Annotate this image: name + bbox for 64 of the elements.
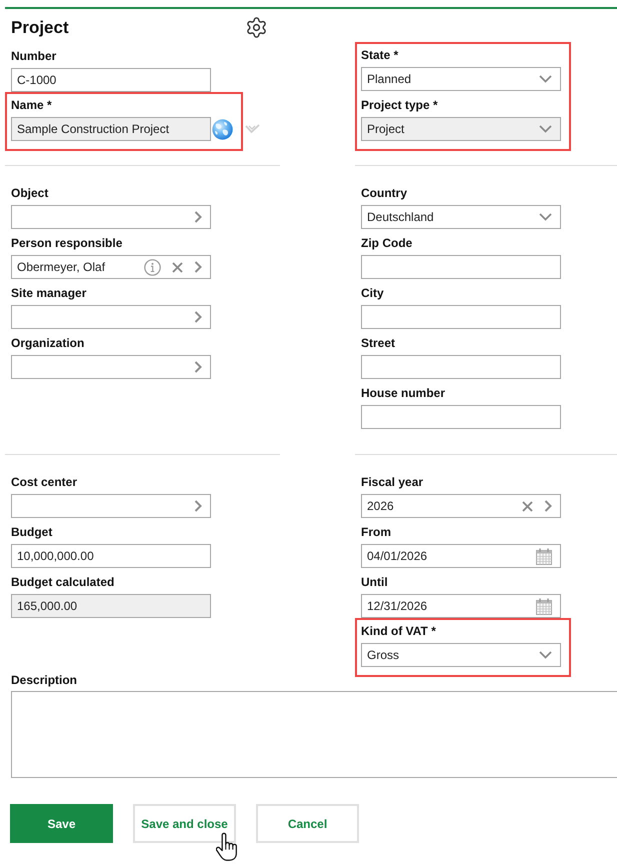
globe-icon[interactable] bbox=[212, 118, 233, 140]
dropdown-field[interactable]: Project bbox=[361, 117, 561, 141]
field-label: State * bbox=[361, 48, 398, 62]
lookup-field[interactable]: 2026 bbox=[361, 494, 561, 518]
lookup-field[interactable] bbox=[11, 305, 211, 329]
date-field[interactable]: 12/31/2026 bbox=[361, 594, 561, 618]
calendar-icon[interactable] bbox=[536, 598, 552, 614]
field-label: Site manager bbox=[11, 286, 86, 300]
text-field[interactable]: 10,000,000.00 bbox=[11, 544, 211, 568]
chevron-right-icon[interactable] bbox=[194, 261, 202, 273]
dropdown-field[interactable]: Deutschland bbox=[361, 205, 561, 229]
text-field[interactable]: 165,000.00 bbox=[11, 594, 211, 618]
text-field[interactable]: C-1000 bbox=[11, 68, 211, 92]
field-label: Country bbox=[361, 186, 407, 200]
field-label: Description bbox=[11, 673, 78, 687]
calendar-icon[interactable] bbox=[536, 548, 552, 564]
field-label: City bbox=[361, 286, 384, 300]
double-chevron-down-icon[interactable] bbox=[245, 124, 260, 134]
field-label: Cost center bbox=[11, 475, 78, 489]
chevron-right-icon[interactable] bbox=[194, 361, 202, 373]
field-label: Number bbox=[11, 49, 56, 63]
field-label: Until bbox=[361, 575, 388, 589]
settings-icon[interactable] bbox=[245, 16, 268, 39]
lookup-field[interactable]: Obermeyer, Olaf bbox=[11, 255, 211, 279]
field-label: Street bbox=[361, 336, 396, 350]
chevron-right-icon[interactable] bbox=[194, 311, 202, 323]
page-title: Project bbox=[11, 18, 69, 38]
date-field[interactable]: 04/01/2026 bbox=[361, 544, 561, 568]
dropdown-field[interactable]: Planned bbox=[361, 67, 561, 91]
lookup-field[interactable] bbox=[11, 355, 211, 379]
action-button[interactable]: Save and close bbox=[133, 804, 236, 843]
chevron-down-icon bbox=[539, 75, 552, 83]
field-label: Person responsible bbox=[11, 236, 122, 250]
close-icon[interactable] bbox=[172, 262, 183, 272]
field-label: From bbox=[361, 525, 391, 539]
text-field[interactable] bbox=[361, 255, 561, 279]
field-label: Organization bbox=[11, 336, 84, 350]
lookup-field[interactable] bbox=[11, 494, 211, 518]
text-field[interactable] bbox=[361, 305, 561, 329]
text-field[interactable] bbox=[361, 405, 561, 429]
chevron-down-icon bbox=[539, 125, 552, 133]
chevron-right-icon[interactable] bbox=[544, 500, 552, 512]
lookup-field[interactable] bbox=[11, 205, 211, 229]
dropdown-field[interactable]: Gross bbox=[361, 643, 561, 667]
text-field[interactable] bbox=[361, 355, 561, 379]
action-button[interactable]: Cancel bbox=[256, 804, 359, 843]
chevron-right-icon[interactable] bbox=[194, 500, 202, 512]
chevron-down-icon bbox=[539, 213, 552, 221]
close-icon[interactable] bbox=[522, 500, 533, 512]
field-label: House number bbox=[361, 386, 446, 400]
chevron-right-icon[interactable] bbox=[194, 211, 202, 223]
text-field[interactable]: Sample Construction Project bbox=[11, 117, 211, 141]
field-label: Name * bbox=[11, 98, 52, 112]
field-label: Kind of VAT * bbox=[361, 624, 436, 638]
field-label: Budget calculated bbox=[11, 575, 114, 589]
field-label: Zip Code bbox=[361, 236, 412, 250]
field-label: Object bbox=[11, 186, 48, 200]
field-label: Fiscal year bbox=[361, 475, 424, 489]
save-button[interactable]: Save bbox=[10, 804, 113, 843]
info-icon[interactable] bbox=[144, 258, 161, 276]
field-label: Project type * bbox=[361, 98, 438, 112]
field-label: Budget bbox=[11, 525, 52, 539]
chevron-down-icon bbox=[539, 651, 552, 659]
description-field[interactable] bbox=[11, 691, 617, 778]
